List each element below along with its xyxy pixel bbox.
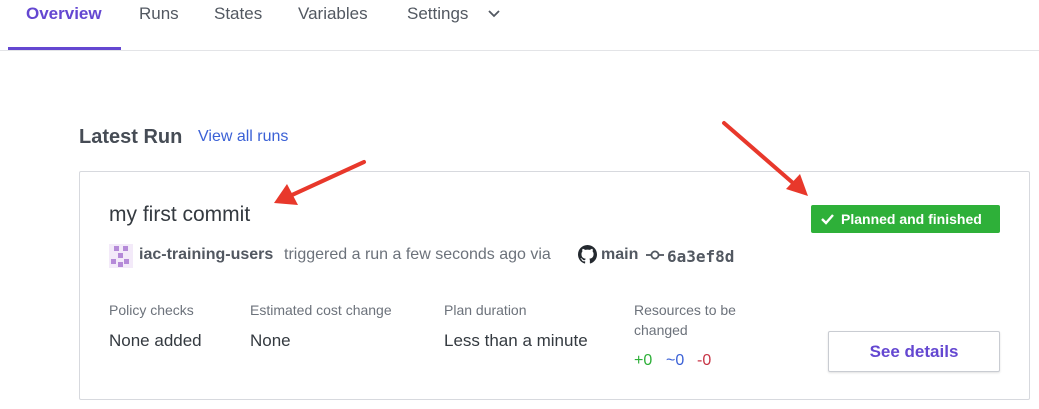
latest-run-heading: Latest Run [79, 126, 183, 148]
tab-runs[interactable]: Runs [139, 4, 179, 24]
cost-change-label: Estimated cost change [250, 302, 392, 318]
run-title[interactable]: my first commit [109, 203, 250, 227]
cost-change-value: None [250, 331, 291, 350]
resources-destroy-count: -0 [697, 352, 712, 369]
resources-add-count: +0 [634, 352, 653, 369]
resources-label-line1: Resources to be [634, 302, 736, 318]
tab-variables[interactable]: Variables [298, 4, 368, 24]
nav-tabs: Overview Runs States Variables Settings [0, 0, 1039, 51]
resources-change-count: ~0 [666, 352, 685, 369]
policy-checks-label: Policy checks [109, 302, 194, 318]
policy-checks-value: None added [109, 331, 202, 350]
status-badge: Planned and finished [811, 205, 1000, 233]
plan-duration-value: Less than a minute [444, 331, 588, 350]
commit-sha[interactable]: 6a3ef8d [667, 247, 734, 266]
avatar [109, 244, 133, 268]
trigger-text: triggered a run a few seconds ago via [284, 246, 551, 263]
plan-duration-label: Plan duration [444, 302, 527, 318]
commit-icon [646, 250, 664, 260]
status-label: Planned and finished [841, 211, 982, 227]
active-tab-indicator [8, 47, 121, 50]
branch-name[interactable]: main [601, 246, 638, 264]
user-name[interactable]: iac-training-users [139, 246, 273, 264]
see-details-button[interactable]: See details [828, 331, 1000, 372]
tab-settings[interactable]: Settings [407, 4, 468, 24]
tab-states[interactable]: States [214, 4, 262, 24]
check-icon [821, 214, 834, 225]
chevron-down-icon[interactable] [487, 7, 501, 21]
tab-overview[interactable]: Overview [26, 4, 102, 24]
view-all-runs-link[interactable]: View all runs [198, 128, 288, 146]
github-icon [578, 245, 597, 264]
resources-label-line2: changed [634, 322, 688, 338]
